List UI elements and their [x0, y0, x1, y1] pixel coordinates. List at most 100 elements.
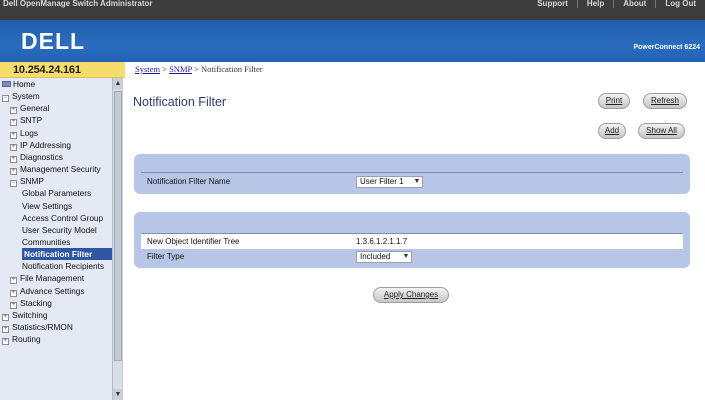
ip-address-bar: 10.254.24.161: [0, 62, 125, 78]
sidebar-item-diagnostics[interactable]: + Diagnostics: [10, 151, 112, 163]
oid-value: 1.3.6.1.2.1.1.7: [356, 237, 408, 246]
sidebar-item-label: Home: [13, 79, 36, 89]
main-content: Notification Filter Print Refresh Add Sh…: [125, 78, 705, 400]
sidebar-item-label: Communities: [22, 236, 71, 247]
folder-icon: [2, 81, 11, 87]
print-button[interactable]: Print: [598, 93, 630, 109]
sidebar-item-sntp[interactable]: + SNTP: [10, 114, 112, 127]
sidebar-item-label: Logs: [20, 127, 38, 138]
sidebar-item-label: Management Security: [20, 164, 101, 175]
oid-row: New Object Identifier Tree 1.3.6.1.2.1.1…: [141, 234, 683, 249]
sidebar-item-communities[interactable]: Communities: [22, 236, 112, 248]
sidebar-item-management-security[interactable]: + Management Security: [10, 163, 112, 176]
panel-divider: [141, 172, 683, 173]
filter-type-row: Filter Type Included ▼: [141, 249, 683, 264]
sidebar-item-label: Switching: [12, 309, 48, 320]
expand-icon[interactable]: +: [2, 338, 9, 346]
filter-name-label: Notification Filter Name: [147, 177, 231, 186]
expand-icon[interactable]: +: [10, 119, 17, 127]
filter-config-panel: New Object Identifier Tree 1.3.6.1.2.1.1…: [134, 212, 690, 268]
add-button[interactable]: Add: [598, 123, 626, 139]
expand-icon[interactable]: +: [10, 277, 17, 285]
filter-type-value: Included: [360, 252, 391, 261]
about-link[interactable]: About: [613, 0, 655, 8]
expand-icon[interactable]: +: [10, 168, 17, 176]
sidebar-item-label: General: [20, 103, 50, 114]
sidebar-item-routing[interactable]: + Routing: [2, 333, 112, 346]
oid-label: New Object Identifier Tree: [147, 237, 240, 246]
sidebar-item-label: Statistics/RMON: [12, 322, 73, 332]
sidebar-scrollbar[interactable]: ▲ ▼: [112, 78, 123, 400]
expand-icon[interactable]: +: [10, 301, 17, 309]
breadcrumb-separator: >: [160, 64, 170, 74]
collapse-icon[interactable]: −: [2, 95, 9, 103]
top-bar: Dell OpenManage Switch Administrator Sup…: [0, 0, 705, 20]
expand-icon[interactable]: +: [10, 155, 17, 163]
sidebar-item-label: Global Parameters: [22, 188, 92, 199]
filter-type-select[interactable]: Included ▼: [356, 251, 412, 263]
expand-icon[interactable]: +: [10, 107, 17, 115]
sidebar-item-stacking[interactable]: + Stacking: [10, 297, 112, 309]
sidebar-item-label: Diagnostics: [20, 151, 63, 162]
sidebar-item-view-settings[interactable]: View Settings: [22, 200, 112, 212]
dell-logo-text: DELL: [21, 28, 85, 54]
sidebar-item-access-control-group[interactable]: Access Control Group: [22, 212, 112, 224]
breadcrumb-current: Notification Filter: [200, 64, 263, 74]
sidebar-item-notification-filter[interactable]: Notification Filter: [22, 248, 114, 261]
sidebar-item-label: Routing: [12, 334, 41, 345]
top-links: Support Help About Log Out: [528, 0, 705, 8]
sidebar-item-label: SNTP: [20, 115, 43, 126]
help-link[interactable]: Help: [576, 0, 613, 8]
sidebar-item-snmp[interactable]: − SNMP: [10, 175, 112, 188]
expand-icon[interactable]: +: [10, 289, 17, 297]
sidebar-item-ip-addressing[interactable]: + IP Addressing: [10, 139, 112, 151]
collapse-icon[interactable]: −: [10, 180, 17, 188]
breadcrumb-bar: System > SNMP > Notification Filter: [125, 62, 705, 78]
sidebar-item-label: IP Addressing: [20, 139, 72, 150]
sidebar-item-general[interactable]: + General: [10, 102, 112, 115]
sidebar-item-notification-recipients[interactable]: Notification Recipients: [22, 260, 112, 272]
sidebar-item-label: Notification Filter: [24, 249, 93, 260]
sidebar-item-label: Notification Recipients: [22, 261, 105, 272]
support-link[interactable]: Support: [528, 0, 577, 8]
sidebar-item-file-management[interactable]: + File Management: [10, 272, 112, 285]
expand-icon[interactable]: +: [2, 313, 9, 321]
breadcrumb-separator: >: [191, 64, 201, 74]
ip-address: 10.254.24.161: [13, 64, 81, 76]
sidebar-item-label: System: [12, 91, 40, 102]
filter-name-select[interactable]: User Filter 1 ▼: [356, 176, 423, 188]
sidebar-item-user-security-model[interactable]: User Security Model: [22, 224, 112, 236]
sidebar-item-advance-settings[interactable]: + Advance Settings: [10, 285, 112, 297]
breadcrumb: System > SNMP > Notification Filter: [135, 64, 263, 74]
page-title: Notification Filter: [133, 95, 227, 109]
sidebar-item-label: Access Control Group: [22, 212, 104, 223]
product-name: PowerConnect 6224: [633, 44, 700, 51]
app-title: Dell OpenManage Switch Administrator: [3, 0, 153, 8]
sidebar-item-switching[interactable]: + Switching: [2, 309, 112, 321]
scrollbar-thumb[interactable]: [114, 91, 122, 361]
breadcrumb-snmp-link[interactable]: SNMP: [169, 64, 192, 74]
sidebar-item-label: Advance Settings: [20, 285, 85, 296]
dell-logo: DELL: [21, 28, 85, 54]
breadcrumb-system-link[interactable]: System: [135, 64, 160, 74]
sidebar-item-label: User Security Model: [22, 224, 97, 235]
filter-name-row: Notification Filter Name User Filter 1 ▼: [141, 174, 683, 189]
sidebar-item-label: Stacking: [20, 297, 52, 308]
logout-link[interactable]: Log Out: [655, 0, 705, 8]
expand-icon[interactable]: +: [10, 131, 17, 139]
apply-changes-button[interactable]: Apply Changes: [373, 287, 449, 303]
expand-icon[interactable]: +: [2, 326, 9, 333]
sidebar-item-statistics-rmon[interactable]: + Statistics/RMON: [2, 321, 112, 333]
sidebar-item-home[interactable]: Home: [2, 78, 112, 90]
refresh-button[interactable]: Refresh: [643, 93, 687, 109]
sidebar-item-system[interactable]: − System: [2, 90, 112, 103]
header-banner: DELL PowerConnect 6224: [0, 20, 705, 62]
expand-icon[interactable]: +: [10, 143, 17, 151]
filter-select-panel: Notification Filter Name User Filter 1 ▼: [134, 154, 690, 194]
sidebar-item-global-parameters[interactable]: Global Parameters: [22, 187, 112, 199]
sidebar-item-logs[interactable]: + Logs: [10, 127, 112, 139]
sidebar-item-label: SNMP: [20, 176, 44, 187]
navigation-tree: Home − System + General + SNTP + Logs + IP Address…: [0, 78, 122, 400]
filter-name-value: User Filter 1: [360, 177, 404, 186]
show-all-button[interactable]: Show All: [638, 123, 685, 139]
